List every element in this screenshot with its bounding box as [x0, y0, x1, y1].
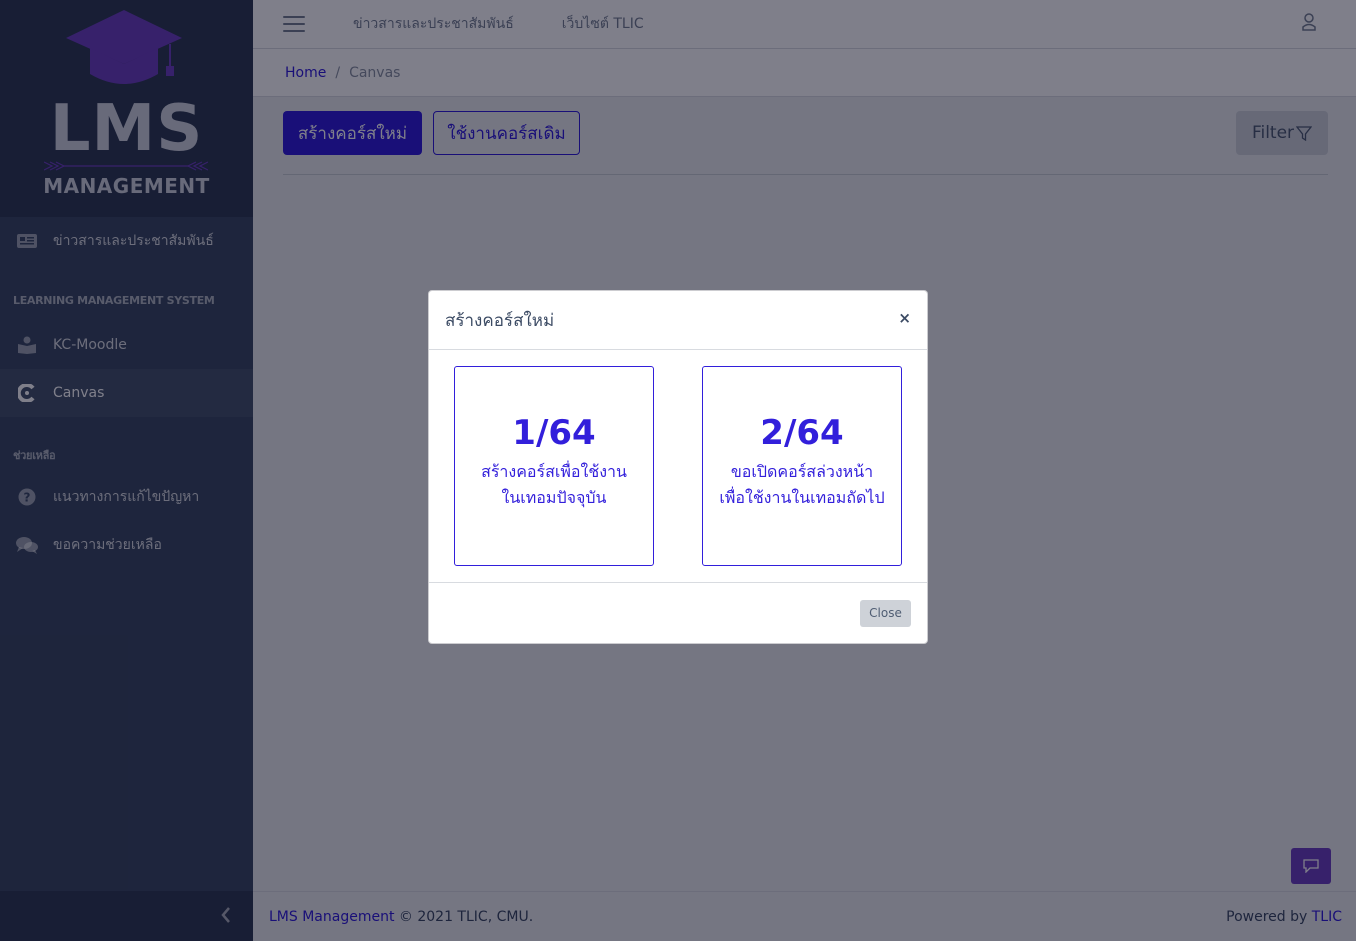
term-description-line: ในเทอมปัจจุบัน — [501, 488, 607, 507]
close-button[interactable]: Close — [860, 599, 911, 627]
term-description-line: สร้างคอร์สเพื่อใช้งาน — [481, 462, 627, 481]
term-description-line: ขอเปิดคอร์สล่วงหน้า — [730, 462, 874, 481]
term-label: 1/64 — [512, 413, 596, 453]
modal-footer: Close — [429, 583, 927, 643]
term-description: สร้างคอร์สเพื่อใช้งาน ในเทอมปัจจุบัน — [481, 459, 627, 511]
modal-header: สร้างคอร์สใหม่ × — [429, 291, 927, 350]
term-description-line: เพื่อใช้งานในเทอมถัดไป — [719, 488, 885, 507]
term-label: 2/64 — [760, 413, 844, 453]
term-option-current[interactable]: 1/64 สร้างคอร์สเพื่อใช้งาน ในเทอมปัจจุบั… — [454, 366, 654, 566]
term-description: ขอเปิดคอร์สล่วงหน้า เพื่อใช้งานในเทอมถัด… — [719, 459, 884, 511]
create-course-modal: สร้างคอร์สใหม่ × 1/64 สร้างคอร์สเพื่อใช้… — [428, 290, 928, 644]
close-icon[interactable]: × — [898, 309, 911, 327]
modal-title: สร้างคอร์สใหม่ — [445, 310, 555, 331]
modal-body: 1/64 สร้างคอร์สเพื่อใช้งาน ในเทอมปัจจุบั… — [429, 350, 927, 583]
term-option-next[interactable]: 2/64 ขอเปิดคอร์สล่วงหน้า เพื่อใช้งานในเท… — [702, 366, 902, 566]
